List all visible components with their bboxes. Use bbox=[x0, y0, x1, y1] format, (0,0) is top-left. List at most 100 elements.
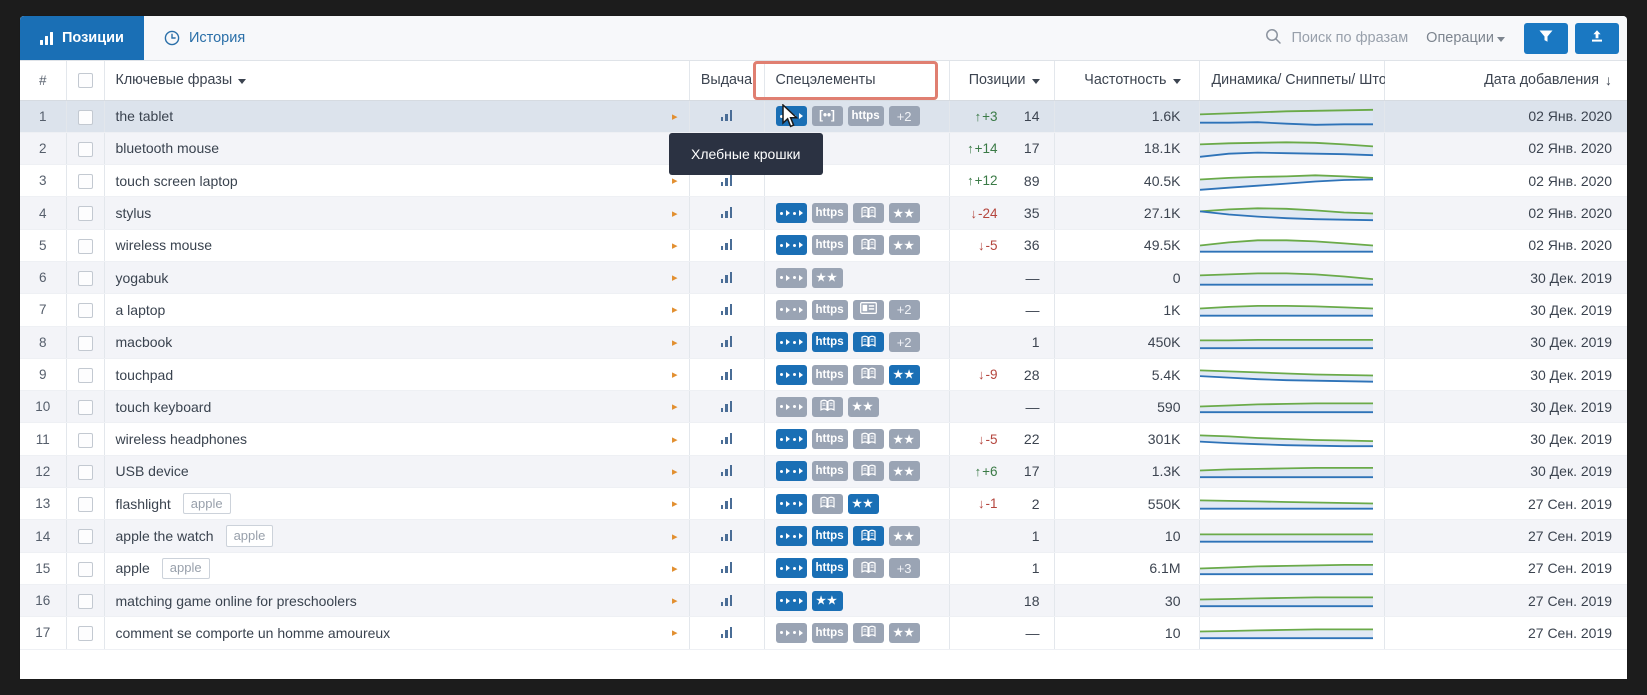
row-select-cell[interactable] bbox=[66, 584, 104, 616]
row-select-cell[interactable] bbox=[66, 358, 104, 390]
row-checkbox[interactable] bbox=[78, 142, 93, 157]
row-checkbox[interactable] bbox=[78, 562, 93, 577]
row-select-cell[interactable] bbox=[66, 229, 104, 261]
row-checkbox[interactable] bbox=[78, 174, 93, 189]
badge-snippet-book[interactable] bbox=[812, 397, 843, 417]
row-checkbox[interactable] bbox=[78, 239, 93, 254]
row-select-cell[interactable] bbox=[66, 294, 104, 326]
row-select-cell[interactable] bbox=[66, 488, 104, 520]
expand-row-arrow-icon[interactable]: ▸ bbox=[672, 497, 678, 510]
badge-[interactable]: [••] bbox=[812, 106, 843, 126]
expand-row-arrow-icon[interactable]: ▸ bbox=[672, 271, 678, 284]
badge-breadcrumbs[interactable] bbox=[776, 429, 807, 449]
select-all-checkbox[interactable] bbox=[78, 73, 93, 88]
row-select-cell[interactable] bbox=[66, 423, 104, 455]
dynamics-cell[interactable] bbox=[1199, 165, 1384, 197]
badge-breadcrumbs[interactable] bbox=[776, 558, 807, 578]
badge-breadcrumbs[interactable] bbox=[776, 332, 807, 352]
serp-cell[interactable] bbox=[689, 552, 764, 584]
serp-chart-icon[interactable] bbox=[721, 369, 733, 380]
serp-cell[interactable] bbox=[689, 423, 764, 455]
badge-snippet-book[interactable] bbox=[812, 494, 843, 514]
row-checkbox[interactable] bbox=[78, 368, 93, 383]
badge-https[interactable]: https bbox=[812, 526, 848, 546]
serp-chart-icon[interactable] bbox=[721, 336, 733, 347]
badge-rating[interactable]: ★★ bbox=[848, 494, 879, 514]
row-select-cell[interactable] bbox=[66, 326, 104, 358]
row-checkbox[interactable] bbox=[78, 336, 93, 351]
serp-cell[interactable] bbox=[689, 488, 764, 520]
table-row[interactable]: 10touch keyboard▸★★—59030 Дек. 2019 bbox=[20, 391, 1627, 423]
badge-https[interactable]: https bbox=[812, 235, 848, 255]
row-checkbox[interactable] bbox=[78, 400, 93, 415]
operations-dropdown[interactable]: Операции bbox=[1422, 30, 1517, 46]
badge-breadcrumbs[interactable] bbox=[776, 494, 807, 514]
badge-breadcrumbs[interactable] bbox=[776, 461, 807, 481]
dynamics-cell[interactable] bbox=[1199, 455, 1384, 487]
serp-chart-icon[interactable] bbox=[721, 627, 733, 638]
badge-https[interactable]: https bbox=[848, 106, 884, 126]
serp-cell[interactable] bbox=[689, 520, 764, 552]
badge-rating[interactable]: ★★ bbox=[812, 591, 843, 611]
badge-more-count[interactable]: +2 bbox=[889, 332, 920, 352]
table-row[interactable]: 12USB device▸https★★↑+6171.3K30 Дек. 201… bbox=[20, 455, 1627, 487]
keyphrase-tag[interactable]: apple bbox=[183, 493, 231, 514]
table-row[interactable]: 14apple the watchapple▸https★★11027 Сен.… bbox=[20, 520, 1627, 552]
expand-row-arrow-icon[interactable]: ▸ bbox=[672, 562, 678, 575]
expand-row-arrow-icon[interactable]: ▸ bbox=[672, 303, 678, 316]
table-row[interactable]: 4stylus▸https★★↓-243527.1K02 Янв. 2020 bbox=[20, 197, 1627, 229]
badge-https[interactable]: https bbox=[812, 558, 848, 578]
header-keyphrases[interactable]: Ключевые фразы bbox=[104, 61, 689, 100]
dynamics-cell[interactable] bbox=[1199, 100, 1384, 132]
table-row[interactable]: 13flashlightapple▸★★↓-12550K27 Сен. 2019 bbox=[20, 488, 1627, 520]
badge-https[interactable]: https bbox=[812, 623, 848, 643]
serp-chart-icon[interactable] bbox=[721, 401, 733, 412]
serp-cell[interactable] bbox=[689, 100, 764, 132]
dynamics-cell[interactable] bbox=[1199, 488, 1384, 520]
row-select-cell[interactable] bbox=[66, 552, 104, 584]
serp-cell[interactable] bbox=[689, 294, 764, 326]
serp-chart-icon[interactable] bbox=[721, 465, 733, 476]
serp-cell[interactable] bbox=[689, 358, 764, 390]
serp-cell[interactable] bbox=[689, 229, 764, 261]
row-checkbox[interactable] bbox=[78, 529, 93, 544]
badge-rating[interactable]: ★★ bbox=[889, 203, 920, 223]
table-row[interactable]: 2bluetooth mouse▸↑+141718.1K02 Янв. 2020 bbox=[20, 132, 1627, 164]
badge-snippet-card[interactable] bbox=[853, 300, 884, 320]
badge-breadcrumbs[interactable] bbox=[776, 397, 807, 417]
badge-snippet-book[interactable] bbox=[853, 365, 884, 385]
row-select-cell[interactable] bbox=[66, 455, 104, 487]
badge-rating[interactable]: ★★ bbox=[812, 268, 843, 288]
serp-chart-icon[interactable] bbox=[721, 562, 733, 573]
header-special-elements[interactable]: Спецэлементы bbox=[764, 61, 949, 100]
serp-chart-icon[interactable] bbox=[721, 207, 733, 218]
row-select-cell[interactable] bbox=[66, 617, 104, 649]
keyphrase-tag[interactable]: apple bbox=[226, 525, 274, 546]
badge-https[interactable]: https bbox=[812, 461, 848, 481]
badge-rating[interactable]: ★★ bbox=[889, 429, 920, 449]
badge-breadcrumbs[interactable] bbox=[776, 591, 807, 611]
search-input[interactable]: Поиск по фразам bbox=[1251, 28, 1422, 49]
badge-more-count[interactable]: +2 bbox=[889, 300, 920, 320]
serp-chart-icon[interactable] bbox=[721, 498, 733, 509]
table-row[interactable]: 3touch screen laptop▸↑+128940.5K02 Янв. … bbox=[20, 165, 1627, 197]
table-row[interactable]: 9touchpad▸https★★↓-9285.4K30 Дек. 2019 bbox=[20, 358, 1627, 390]
row-checkbox[interactable] bbox=[78, 433, 93, 448]
dynamics-cell[interactable] bbox=[1199, 584, 1384, 616]
serp-chart-icon[interactable] bbox=[721, 530, 733, 541]
badge-rating[interactable]: ★★ bbox=[889, 235, 920, 255]
dynamics-cell[interactable] bbox=[1199, 391, 1384, 423]
table-row[interactable]: 15appleapple▸https+316.1M27 Сен. 2019 bbox=[20, 552, 1627, 584]
expand-row-arrow-icon[interactable]: ▸ bbox=[672, 594, 678, 607]
serp-chart-icon[interactable] bbox=[721, 239, 733, 250]
badge-rating[interactable]: ★★ bbox=[889, 461, 920, 481]
serp-cell[interactable] bbox=[689, 197, 764, 229]
dynamics-cell[interactable] bbox=[1199, 423, 1384, 455]
expand-row-arrow-icon[interactable]: ▸ bbox=[672, 174, 678, 187]
expand-row-arrow-icon[interactable]: ▸ bbox=[672, 336, 678, 349]
table-row[interactable]: 16matching game online for preschoolers▸… bbox=[20, 584, 1627, 616]
badge-rating[interactable]: ★★ bbox=[889, 623, 920, 643]
badge-more-count[interactable]: +3 bbox=[889, 558, 920, 578]
row-checkbox[interactable] bbox=[78, 206, 93, 221]
table-row[interactable]: 8macbook▸https+21450K30 Дек. 2019 bbox=[20, 326, 1627, 358]
